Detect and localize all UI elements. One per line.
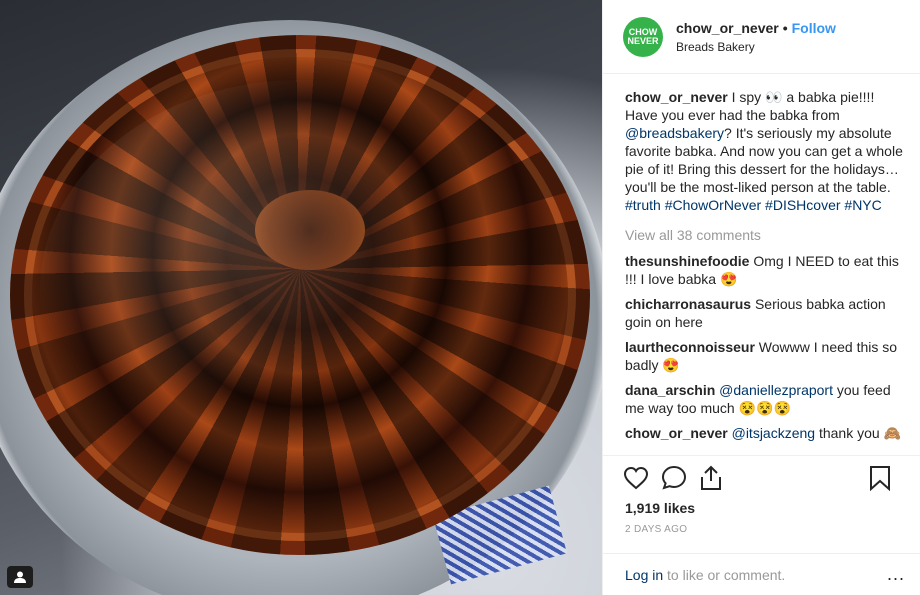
comment-username[interactable]: dana_arschin bbox=[625, 382, 715, 398]
username-link[interactable]: chow_or_never bbox=[676, 20, 779, 36]
post-sidebar: CHOW NEVER chow_or_never • Follow Breads Ba… bbox=[602, 0, 920, 595]
view-all-comments-link[interactable]: View all 38 comments bbox=[625, 226, 904, 244]
caption: chow_or_never I spy 👀 a babka pie!!!! Ha… bbox=[625, 88, 904, 214]
caption-hashtags[interactable]: #truth #ChowOrNever #DISHcover #NYC bbox=[625, 197, 882, 213]
header-text: chow_or_never • Follow Breads Bakery bbox=[676, 20, 836, 54]
like-button[interactable] bbox=[623, 466, 649, 490]
header-row: chow_or_never • Follow bbox=[676, 20, 836, 36]
comment-button[interactable] bbox=[661, 465, 687, 491]
heart-icon bbox=[623, 466, 649, 489]
comment-username[interactable]: laurtheconnoisseur bbox=[625, 339, 755, 355]
comment-footer: Log in to like or comment. ... bbox=[603, 553, 920, 595]
post-photo[interactable] bbox=[0, 0, 602, 595]
comment: thesunshinefoodie Omg I NEED to eat this… bbox=[625, 252, 904, 288]
separator: • bbox=[782, 19, 788, 36]
more-options-icon[interactable]: ... bbox=[887, 564, 905, 585]
caption-mention[interactable]: @breadsbakery bbox=[625, 125, 724, 141]
follow-button[interactable]: Follow bbox=[792, 20, 836, 36]
comment-username[interactable]: chicharronasaurus bbox=[625, 296, 751, 312]
comment-text: thank you 🙈 bbox=[815, 425, 901, 441]
comment-username[interactable]: thesunshinefoodie bbox=[625, 253, 749, 269]
comment: laurtheconnoisseur Wowww I need this so … bbox=[625, 338, 904, 374]
comment-mention[interactable]: @daniellezpraport bbox=[719, 382, 833, 398]
comments-section: chow_or_never I spy 👀 a babka pie!!!! Ha… bbox=[603, 74, 920, 595]
share-icon bbox=[701, 465, 721, 490]
photo-highlight bbox=[40, 80, 560, 500]
comment-icon bbox=[661, 465, 687, 490]
bookmark-icon bbox=[870, 465, 890, 491]
comment: dana_arschin @daniellezpraport you feed … bbox=[625, 381, 904, 417]
share-button[interactable] bbox=[699, 465, 723, 491]
avatar[interactable]: CHOW NEVER bbox=[623, 16, 663, 57]
caption-username[interactable]: chow_or_never bbox=[625, 89, 728, 105]
comment: chicharronasaurus Serious babka action g… bbox=[625, 295, 904, 331]
comment-mention[interactable]: @itsjackzeng bbox=[732, 425, 815, 441]
location-link[interactable]: Breads Bakery bbox=[676, 40, 836, 54]
action-bar bbox=[603, 455, 920, 499]
login-link[interactable]: Log in bbox=[625, 567, 663, 583]
comment: chow_or_never @itsjackzeng thank you 🙈 bbox=[625, 424, 904, 442]
likes-count[interactable]: 1,919 likes bbox=[625, 500, 695, 516]
user-tag-icon[interactable] bbox=[7, 566, 33, 588]
login-prompt-text: to like or comment. bbox=[663, 566, 786, 583]
login-prompt: Log in to like or comment. bbox=[625, 567, 785, 583]
instagram-post: CHOW NEVER chow_or_never • Follow Breads Ba… bbox=[0, 0, 920, 595]
post-timestamp: 2 DAYS AGO bbox=[625, 524, 688, 535]
post-header: CHOW NEVER chow_or_never • Follow Breads Ba… bbox=[603, 0, 920, 74]
save-button[interactable] bbox=[869, 465, 891, 491]
comment-username[interactable]: chow_or_never bbox=[625, 425, 728, 441]
